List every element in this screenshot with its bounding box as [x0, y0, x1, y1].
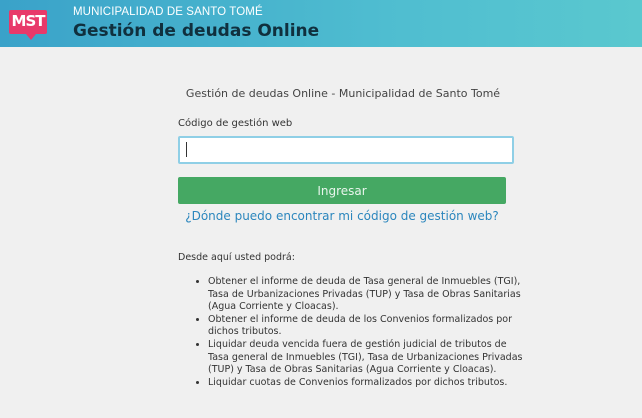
features-list: Obtener el informe de deuda de Tasa gene…	[192, 276, 526, 389]
form-intro: Gestión de deudas Online - Municipalidad…	[185, 87, 501, 100]
municipality-name: MUNICIPALIDAD DE SANTO TOMÉ	[73, 6, 263, 18]
app-header: MST MUNICIPALIDAD DE SANTO TOMÉ Gestión …	[0, 0, 642, 47]
help-link[interactable]: ¿Dónde puedo encontrar mi código de gest…	[178, 209, 506, 223]
list-item: Liquidar cuotas de Convenios formalizado…	[208, 377, 526, 390]
features-intro: Desde aquí usted podrá:	[178, 252, 295, 263]
submit-button[interactable]: Ingresar	[178, 177, 506, 204]
code-input[interactable]	[178, 136, 514, 164]
mst-logo[interactable]: MST	[9, 10, 47, 40]
list-item: Obtener el informe de deuda de Tasa gene…	[208, 276, 526, 314]
page-title: Gestión de deudas Online	[73, 21, 320, 41]
list-item: Liquidar deuda vencida fuera de gestión …	[208, 339, 526, 377]
code-field-label: Código de gestión web	[178, 118, 293, 129]
logo-text: MST	[11, 12, 46, 30]
list-item: Obtener el informe de deuda de los Conve…	[208, 314, 526, 339]
text-cursor	[186, 142, 187, 157]
